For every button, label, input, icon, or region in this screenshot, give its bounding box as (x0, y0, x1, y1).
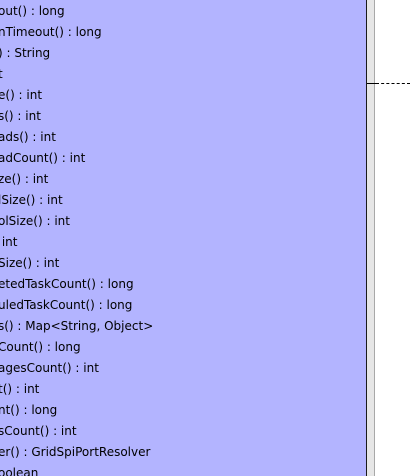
connector-stub (367, 83, 376, 84)
method-entry: Count() : long (0, 340, 81, 354)
method-entry: t (0, 67, 3, 81)
method-entry: oolean (0, 466, 39, 476)
method-entry: lSize() : int (0, 193, 63, 207)
method-entry: etedTaskCount() : long (0, 277, 134, 291)
method-entry: sCount() : int (0, 424, 77, 438)
class-box-shadow (367, 0, 375, 476)
method-entry: nTimeout() : long (0, 25, 102, 39)
method-entry: nt() : long (0, 403, 58, 417)
method-entry: out() : long (0, 4, 65, 18)
method-entry: er() : GridSpiPortResolver (0, 445, 151, 459)
method-entry: t() : int (0, 382, 40, 396)
method-entry: olSize() : int (0, 214, 70, 228)
method-entry: int (1, 235, 18, 249)
dependency-connector[interactable] (376, 83, 410, 84)
method-entry: uledTaskCount() : long (0, 298, 133, 312)
method-entry: agesCount() : int (0, 361, 99, 375)
method-entry: adCount() : int (0, 151, 86, 165)
method-entry: s() : Map<String, Object> (0, 319, 154, 333)
method-entry: s() : int (0, 109, 41, 123)
method-entry: e() : int (0, 88, 43, 102)
uml-class-box[interactable]: out() : long nTimeout() : long ) : Strin… (0, 0, 367, 476)
method-entry: ) : String (0, 46, 51, 60)
method-list: out() : long nTimeout() : long ) : Strin… (0, 1, 153, 476)
method-entry: ze() : int (0, 172, 49, 186)
uml-diagram-canvas: out() : long nTimeout() : long ) : Strin… (0, 0, 410, 476)
method-entry: ads() : int (0, 130, 56, 144)
method-entry: Size() : int (0, 256, 60, 270)
